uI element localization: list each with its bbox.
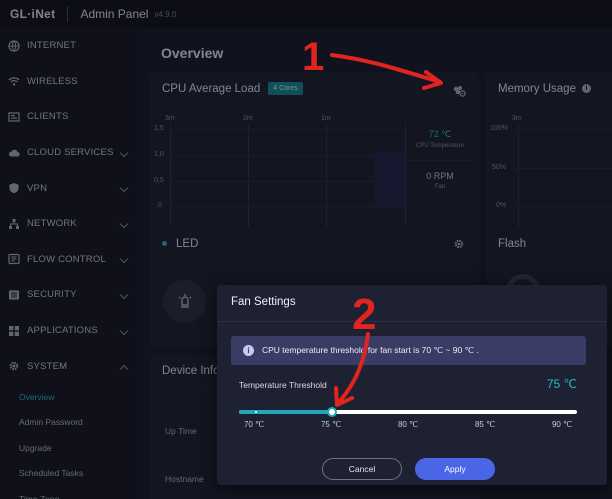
dialog-title: Fan Settings: [231, 296, 296, 308]
threshold-value: 75 ℃: [546, 377, 577, 391]
info-text: CPU temperature threshold for fan start …: [262, 345, 479, 355]
slider-tick-label: 90 ℃: [551, 420, 573, 429]
slider-fill: [239, 410, 332, 414]
slider-step-dot: [255, 411, 257, 413]
fan-settings-dialog: Fan Settings i CPU temperature threshold…: [217, 285, 607, 485]
info-banner: i CPU temperature threshold for fan star…: [231, 336, 586, 365]
slider-tick-label: 70 ℃: [243, 420, 265, 429]
dialog-divider: [217, 321, 607, 322]
info-icon: i: [243, 345, 254, 356]
temperature-slider[interactable]: [239, 407, 577, 417]
slider-thumb[interactable]: [326, 407, 337, 417]
apply-button[interactable]: Apply: [415, 458, 495, 480]
cancel-button[interactable]: Cancel: [322, 458, 402, 480]
slider-tick-label: 75 ℃: [320, 420, 342, 429]
threshold-label: Temperature Threshold: [239, 380, 327, 390]
slider-tick-label: 80 ℃: [397, 420, 419, 429]
slider-tick-label: 85 ℃: [474, 420, 496, 429]
